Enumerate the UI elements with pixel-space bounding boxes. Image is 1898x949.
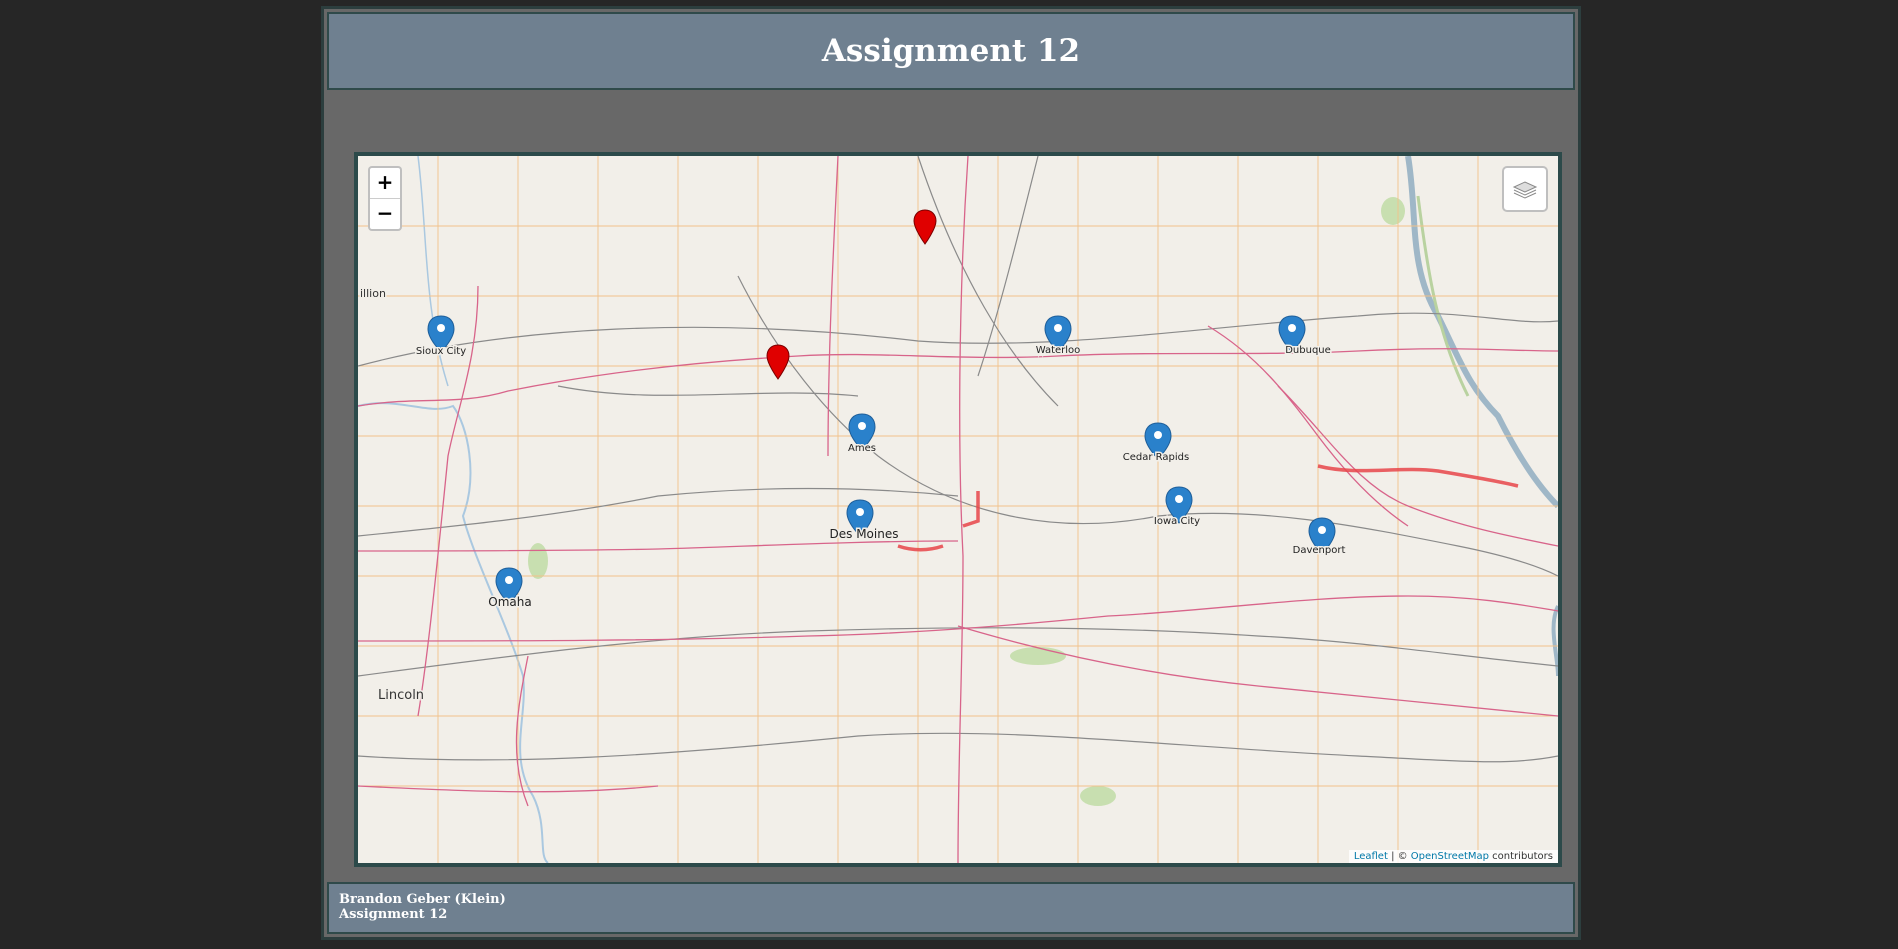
attribution-separator: | © (1387, 851, 1411, 862)
page-header: Assignment 12 (327, 12, 1575, 90)
marker-label: Dubuque (1285, 345, 1331, 356)
marker-label: Des Moines (830, 527, 899, 541)
layers-control-button[interactable] (1502, 166, 1548, 212)
marker-label: Omaha (488, 595, 531, 609)
marker-label: Sioux City (416, 346, 466, 357)
map-attribution: Leaflet | © OpenStreetMap contributors (1348, 850, 1558, 863)
marker-label: Ames (848, 443, 876, 454)
layers-icon (1512, 181, 1538, 199)
marker-label: Davenport (1293, 545, 1346, 556)
vermillion-label: illion (360, 287, 386, 300)
marker-label: Iowa City (1154, 516, 1200, 527)
zoom-in-button[interactable]: + (370, 168, 400, 198)
footer-assignment: Assignment 12 (339, 907, 448, 922)
blue-marker-ames[interactable]: Ames (847, 413, 877, 456)
page-footer: Brandon Geber (Klein) Assignment 12 (327, 882, 1575, 934)
page-title: Assignment 12 (821, 33, 1081, 69)
marker-label: Cedar Rapids (1123, 452, 1189, 463)
leaflet-link[interactable]: Leaflet (1354, 851, 1388, 862)
page-container: Assignment 12 illion Lincoln Sioux City … (321, 6, 1581, 940)
attribution-suffix: contributors (1489, 851, 1553, 862)
map[interactable]: illion Lincoln Sioux City Waterloo Dubuq… (354, 152, 1562, 867)
openstreetmap-link[interactable]: OpenStreetMap (1411, 851, 1489, 862)
footer-author: Brandon Geber (Klein) (339, 892, 506, 907)
lincoln-label: Lincoln (378, 688, 424, 703)
zoom-out-button[interactable]: − (370, 198, 400, 229)
marker-label: Waterloo (1036, 345, 1081, 356)
zoom-control: + − (368, 166, 402, 231)
map-tiles[interactable]: illion Lincoln Sioux City Waterloo Dubuq… (358, 156, 1558, 863)
